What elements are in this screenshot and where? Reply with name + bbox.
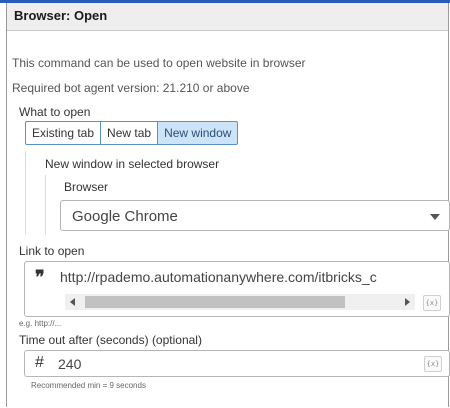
- timeout-input-value[interactable]: 240: [58, 356, 81, 372]
- browser-selected-value: Google Chrome: [72, 208, 178, 225]
- indent-guide-inner: [45, 175, 46, 235]
- existing-tab-option[interactable]: Existing tab: [25, 121, 102, 145]
- link-hint: e.g. http://...: [19, 319, 62, 328]
- link-to-open-label: Link to open: [19, 244, 85, 258]
- panel-title: Browser: Open: [14, 8, 108, 23]
- panel-header: Browser: Open: [7, 3, 448, 31]
- new-window-option[interactable]: New window: [158, 121, 239, 145]
- quote-icon: ❞: [35, 267, 45, 288]
- what-to-open-label: What to open: [19, 105, 91, 119]
- timeout-label: Time out after (seconds) (optional): [19, 333, 202, 347]
- link-horizontal-scrollbar[interactable]: [65, 294, 415, 310]
- panel-description: This command can be used to open website…: [12, 56, 306, 70]
- indent-guide-outer: [25, 151, 26, 235]
- timeout-hint: Recommended min = 9 seconds: [31, 381, 146, 390]
- scroll-right-arrow-icon[interactable]: [405, 298, 410, 306]
- browser-select[interactable]: Google Chrome: [60, 200, 450, 231]
- chevron-down-icon: [430, 214, 440, 220]
- variable-icon[interactable]: {x}: [424, 356, 442, 372]
- new-tab-option[interactable]: New tab: [101, 121, 159, 145]
- scrollbar-thumb[interactable]: [85, 296, 345, 308]
- link-input-value[interactable]: http://rpademo.automationanywhere.com/it…: [60, 269, 442, 285]
- open-mode-segmented-control: Existing tab New tab New window: [25, 121, 239, 145]
- hash-icon: #: [35, 354, 44, 371]
- browser-open-panel: Browser: Open This command can be used t…: [6, 3, 450, 407]
- variable-icon[interactable]: {x}: [423, 295, 441, 311]
- required-version-note: Required bot agent version: 21.210 or ab…: [12, 81, 250, 95]
- scroll-left-arrow-icon[interactable]: [70, 298, 75, 306]
- link-input[interactable]: ❞ http://rpademo.automationanywhere.com/…: [24, 261, 450, 317]
- new-window-label: New window in selected browser: [45, 157, 220, 171]
- timeout-input[interactable]: # 240 {x}: [24, 350, 450, 377]
- browser-label: Browser: [64, 180, 109, 194]
